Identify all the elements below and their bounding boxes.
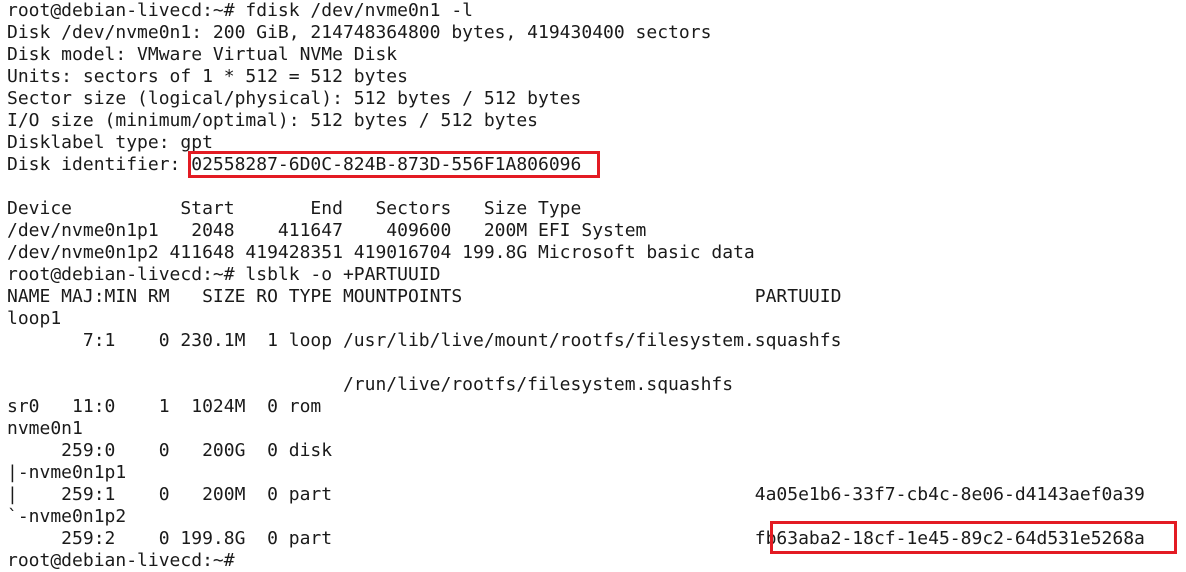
terminal-line: Units: sectors of 1 * 512 = 512 bytes xyxy=(7,66,408,87)
lsblk-row: 259:0 0 200G 0 disk xyxy=(7,440,333,461)
terminal-line: Disk /dev/nvme0n1: 200 GiB, 214748364800… xyxy=(7,22,712,43)
terminal-line: Disklabel type: gpt xyxy=(7,132,213,153)
shell-prompt: root@debian-livecd:~# xyxy=(7,550,235,571)
lsblk-row: nvme0n1 xyxy=(7,418,83,439)
partition-row: /dev/nvme0n1p1 2048 411647 409600 200M E… xyxy=(7,220,647,241)
lsblk-row: |-nvme0n1p1 xyxy=(7,462,127,483)
terminal-line: Disk model: VMware Virtual NVMe Disk xyxy=(7,44,398,65)
lsblk-header: NAME MAJ:MIN RM SIZE RO TYPE MOUNTPOINTS… xyxy=(7,286,842,307)
lsblk-row: `-nvme0n1p2 xyxy=(7,506,127,527)
terminal-window[interactable]: root@debian-livecd:~# fdisk /dev/nvme0n1… xyxy=(0,0,1186,572)
partition-row: /dev/nvme0n1p2 411648 419428351 41901670… xyxy=(7,242,755,263)
lsblk-row: 7:1 0 230.1M 1 loop /usr/lib/live/mount/… xyxy=(7,330,842,351)
terminal-line: root@debian-livecd:~# fdisk /dev/nvme0n1… xyxy=(7,0,473,21)
terminal-line: Sector size (logical/physical): 512 byte… xyxy=(7,88,582,109)
terminal-line: root@debian-livecd:~# lsblk -o +PARTUUID xyxy=(7,264,441,285)
lsblk-row: sr0 11:0 1 1024M 0 rom xyxy=(7,396,322,417)
terminal-line: I/O size (minimum/optimal): 512 bytes / … xyxy=(7,110,539,131)
lsblk-row: /run/live/rootfs/filesystem.squashfs xyxy=(7,374,734,395)
disk-identifier-line: Disk identifier: 02558287-6D0C-824B-873D… xyxy=(7,154,582,175)
lsblk-row: loop1 xyxy=(7,308,62,329)
lsblk-row: 259:2 0 199.8G 0 part fb63aba2-18cf-1e45… xyxy=(7,528,1145,549)
partition-table-header: Device Start End Sectors Size Type xyxy=(7,198,582,219)
lsblk-row: | 259:1 0 200M 0 part 4a05e1b6-33f7-cb4c… xyxy=(7,484,1145,505)
